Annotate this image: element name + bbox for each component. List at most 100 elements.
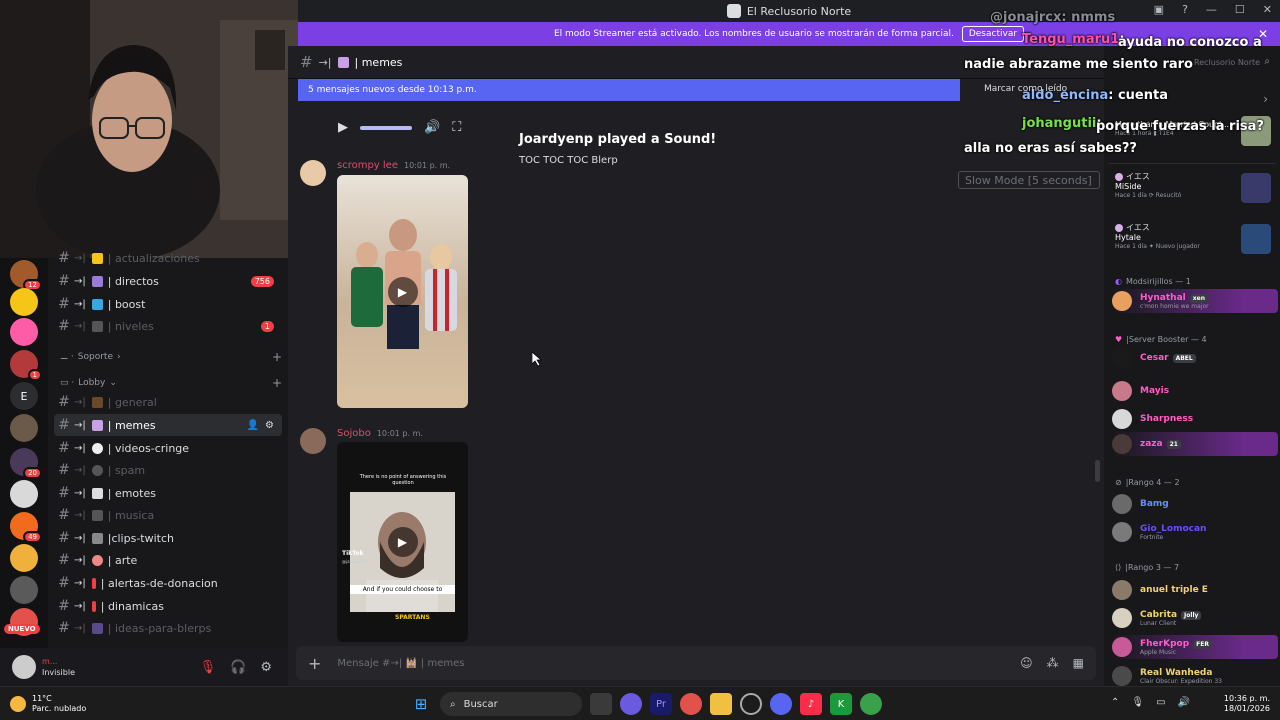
message-header: scrompy lee 10:01 p. m.	[337, 160, 450, 171]
emoji-icon[interactable]: ☺	[1020, 656, 1033, 670]
channel-actualizaciones[interactable]: # →| | actualizaciones	[54, 247, 282, 269]
channel-arte[interactable]: # →| | arte	[54, 549, 282, 571]
mention-badge: 20	[23, 467, 42, 479]
server-icon[interactable]	[10, 414, 38, 442]
video-attachment[interactable]: There is no point of answering this ques…	[337, 442, 468, 642]
server-icon[interactable]: 20	[10, 448, 42, 479]
video-attachment[interactable]: ▶	[337, 175, 468, 408]
channel-dinamicas[interactable]: # →| | dinamicas	[54, 595, 282, 617]
member-item[interactable]: Gio_Lomocan Fortnite	[1112, 520, 1278, 544]
microphone-icon[interactable]: 🎙	[1131, 697, 1144, 708]
play-icon[interactable]: ▶	[338, 120, 348, 135]
copilot-icon[interactable]	[620, 693, 642, 715]
music-icon[interactable]: ♪	[800, 693, 822, 715]
tiktok-logo: TikTok	[342, 550, 364, 557]
activity-card[interactable]: イエス Hytale Hace 1 día ✦ Nuevo jugador	[1115, 222, 1275, 254]
add-channel-icon[interactable]: +	[272, 376, 282, 390]
channel-spam[interactable]: # →| | spam	[54, 459, 282, 481]
file-explorer-icon[interactable]	[710, 693, 732, 715]
taskbar-clock[interactable]: 10:36 p. m. 18/01/2026	[1224, 694, 1270, 714]
channel-niveles[interactable]: # →| | niveles 1	[54, 315, 282, 337]
new-messages-bar[interactable]: 5 mensajes nuevos desde 10:13 p.m.	[298, 79, 960, 101]
category-soporte[interactable]: ⚊ · Soporte › +	[60, 350, 282, 364]
channel-directos[interactable]: # →| | directos 756	[54, 270, 282, 292]
server-icon[interactable]	[10, 318, 38, 346]
chevron-up-icon[interactable]: ⌃	[1111, 697, 1119, 708]
game-thumbnail	[1241, 224, 1271, 254]
member-item[interactable]: Real Wanheda Clair Obscur: Expedition 33	[1112, 664, 1278, 688]
windows-start-icon[interactable]: ⊞	[410, 693, 432, 715]
server-icon[interactable]: 1	[10, 350, 42, 381]
member-item[interactable]: Cabrita Jolly Lunar Client	[1112, 606, 1278, 630]
server-icon[interactable]: 49	[10, 512, 42, 543]
kick-icon[interactable]: K	[830, 693, 852, 715]
member-name: Bamg	[1140, 499, 1169, 509]
server-icon[interactable]: 12	[10, 260, 42, 291]
avatar	[1112, 637, 1132, 657]
premiere-icon[interactable]: Pr	[650, 693, 672, 715]
channel-alertas-de-donacion[interactable]: # →| | alertas-de-donacion	[54, 572, 282, 594]
server-icon[interactable]: E	[10, 382, 38, 410]
avatar	[1112, 409, 1132, 429]
channel-ideas-para-blerps[interactable]: # →| | ideas-para-blerps	[54, 617, 282, 639]
avatar[interactable]	[300, 428, 326, 454]
member-item[interactable]: anuel triple E	[1112, 578, 1278, 602]
discord-icon[interactable]	[770, 693, 792, 715]
message-author[interactable]: Sojobo	[337, 428, 371, 439]
volume-icon[interactable]: 🔊	[424, 120, 440, 135]
member-item[interactable]: Cesar ABEL	[1112, 346, 1278, 370]
progress-bar[interactable]	[360, 125, 412, 130]
hash-icon: #	[300, 53, 313, 71]
mute-icon[interactable]: 🎙	[200, 660, 217, 675]
channel-emotes[interactable]: # →| | emotes	[54, 482, 282, 504]
task-view-icon[interactable]	[590, 693, 612, 715]
gear-icon[interactable]: ⚙	[265, 420, 274, 431]
weather-widget[interactable]: 11°C Parc. nublado	[10, 694, 86, 714]
channel-boost[interactable]: # →| | boost	[54, 293, 282, 315]
channel-label: | videos-cringe	[107, 441, 190, 455]
member-item[interactable]: Sharpness	[1112, 407, 1278, 431]
avatar[interactable]	[12, 655, 36, 679]
channel-memes[interactable]: # →| | memes 👤 ⚙	[54, 414, 282, 436]
category-lobby[interactable]: ▭ · Lobby ⌄ +	[60, 376, 282, 390]
channel-emoji-icon	[91, 419, 103, 431]
server-icon[interactable]	[10, 480, 38, 508]
taskbar-search[interactable]: ⌕ Buscar	[440, 692, 582, 716]
add-channel-icon[interactable]: +	[272, 350, 282, 364]
chrome-icon[interactable]	[680, 693, 702, 715]
hash-icon: #	[58, 318, 70, 334]
channel-musica[interactable]: # →| | musica	[54, 504, 282, 526]
heart-icon: ♥	[1115, 335, 1123, 344]
add-attachment-icon[interactable]: +	[308, 654, 321, 673]
server-icon[interactable]	[10, 544, 38, 572]
scrollbar[interactable]	[1095, 460, 1100, 482]
member-tag: xen	[1189, 293, 1208, 303]
avatar[interactable]	[300, 160, 326, 186]
play-button[interactable]: ▶	[387, 527, 418, 557]
message-input[interactable]: Mensaje #→| 🕍 | memes	[337, 658, 464, 669]
member-item[interactable]: Hynathal xen c'mon homie we major	[1112, 289, 1278, 313]
message-composer[interactable]: + Mensaje #→| 🕍 | memes ☺ ⁂ ▦	[296, 646, 1096, 680]
deafen-icon[interactable]: 🎧	[230, 660, 246, 675]
apps-icon[interactable]: ⁂	[1047, 656, 1059, 670]
member-item[interactable]: FherKpop FER Apple Music	[1112, 635, 1278, 659]
channel-videos-cringe[interactable]: # →| | videos-cringe	[54, 437, 282, 459]
volume-icon[interactable]: 🔊	[1178, 697, 1190, 708]
member-item[interactable]: zaza 21	[1112, 432, 1278, 456]
server-icon[interactable]	[10, 576, 38, 604]
obs-icon[interactable]	[740, 693, 762, 715]
server-icon[interactable]	[10, 288, 38, 316]
channel-clips-twitch[interactable]: # →| |clips-twitch	[54, 527, 282, 549]
mark-read-button[interactable]: Marcar como leído	[984, 84, 1067, 94]
member-item[interactable]: Bamg	[1112, 492, 1278, 516]
channel-general[interactable]: # →| | general	[54, 391, 282, 413]
message-author[interactable]: scrompy lee	[337, 160, 398, 171]
play-button[interactable]: ▶	[387, 276, 418, 307]
gift-icon[interactable]: ▦	[1073, 656, 1084, 670]
member-item[interactable]: Mayis	[1112, 379, 1278, 403]
settings-gear-icon[interactable]: ⚙	[260, 660, 272, 675]
chrome-profile-icon[interactable]	[860, 693, 882, 715]
fullscreen-icon[interactable]: ⛶	[452, 120, 461, 135]
invite-icon[interactable]: 👤	[247, 420, 259, 431]
network-icon[interactable]: ▭	[1156, 697, 1165, 708]
